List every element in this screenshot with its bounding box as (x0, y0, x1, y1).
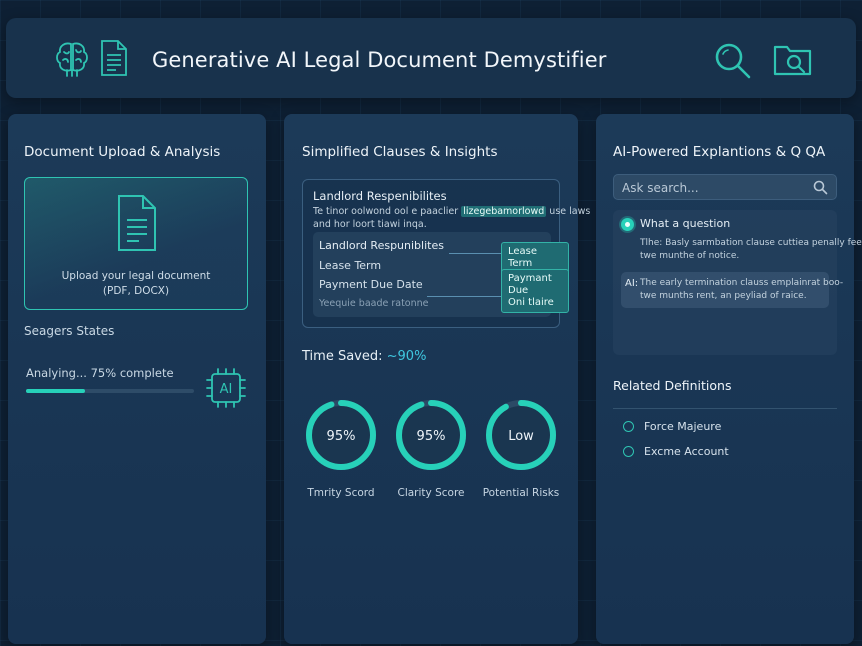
qa-panel: AI-Powered Explantions & Q QA What a que… (596, 114, 862, 644)
upload-dropzone[interactable]: Upload your legal document (PDF, DOCX) (24, 177, 248, 310)
clause-card: Landlord Respenibilites Te tinor oolwond… (302, 179, 590, 328)
connector-line (449, 253, 501, 254)
clause-item: Yeequie baade ratonne (319, 298, 429, 309)
ai-answer-line: twe munths rent, an peyliad of raice. (640, 291, 807, 301)
clause-text-pre: Te tinor oolwond ool e paaclier (313, 206, 459, 217)
ai-chip-icon: AI (206, 368, 246, 408)
definitions-title: Related Definitions (613, 378, 732, 393)
clause-item[interactable]: Landlord Respuniblites (319, 239, 444, 252)
upload-instruction: Upload your legal document (61, 270, 211, 282)
panel-title: Document Upload & Analysis (24, 144, 221, 160)
question-answer-line: twe munthe of notice. (640, 251, 740, 261)
clause-item[interactable]: Payment Due Date (319, 278, 423, 291)
progress-bar (26, 389, 194, 393)
clause-text-line: and hor loort tiawi inqa. (313, 219, 427, 230)
gauge-label: Potential Risks (482, 487, 560, 499)
search-input[interactable] (622, 178, 802, 198)
search-icon[interactable] (712, 40, 754, 82)
question-text: What a question (640, 217, 731, 230)
clause-text-post: use laws (549, 206, 591, 217)
clause-heading: Landlord Respenibilites (313, 189, 447, 203)
document-icon (118, 195, 156, 251)
upload-formats: (PDF, DOCX) (102, 285, 170, 297)
panel-title: AI-Powered Explantions & Q QA (613, 144, 826, 160)
gauge-value: 95% (327, 429, 356, 444)
folder-search-icon[interactable] (772, 40, 814, 80)
divider (613, 408, 837, 409)
app-header: Generative AI Legal Document Demystifier (6, 18, 856, 98)
gauge-risks: Low (486, 400, 556, 470)
time-saved: Time Saved: ~90% (302, 349, 426, 364)
gauge-label: Clarity Score (397, 487, 465, 499)
document-icon (101, 40, 127, 76)
ai-chip-label: AI (220, 382, 233, 397)
tag-payment-due[interactable]: Paymant Due Oni tlaire (501, 269, 569, 313)
gauge-value: Low (508, 429, 534, 444)
ai-answer-line: The early termination clauss emplainrat … (640, 278, 844, 288)
clause-text-line: Te tinor oolwond ool e paaclier lizegeba… (313, 206, 590, 217)
tag-payment-line1: Paymant Due (508, 273, 552, 296)
clause-item[interactable]: Lease Term (319, 259, 381, 272)
ai-answer-box: AI: The early termination clauss emplain… (621, 272, 843, 308)
radio-icon[interactable] (623, 446, 634, 457)
search-field[interactable] (613, 174, 837, 200)
progress-text: Analying... 75% complete (26, 366, 174, 380)
question-answer-line: Tlhe: Basly sarmbation clause cuttiea pe… (640, 238, 862, 248)
gauge-label: Tmrity Scord (307, 487, 375, 499)
gauge-value: 95% (417, 429, 446, 444)
states-label: Seagers States (24, 324, 115, 338)
upload-panel: Document Upload & Analysis Upload your l… (8, 114, 266, 644)
search-icon[interactable] (813, 180, 828, 195)
clause-highlight[interactable]: lizegebamorlowd (461, 206, 547, 217)
radio-icon[interactable] (623, 421, 634, 432)
ai-prefix: AI: (625, 278, 639, 289)
radio-dot (625, 222, 630, 227)
gauge-clarity: 95% (396, 400, 466, 470)
app-title: Generative AI Legal Document Demystifier (152, 48, 607, 72)
clauses-panel: Simplified Clauses & Insights Landlord R… (284, 114, 590, 644)
brain-icon (56, 42, 88, 77)
panel-title: Simplified Clauses & Insights (302, 144, 498, 160)
connector-line (427, 296, 501, 297)
progress-fill (26, 389, 85, 393)
time-saved-label: Time Saved: (302, 349, 383, 364)
qa-thread: What a question Tlhe: Basly sarmbation c… (613, 210, 862, 355)
tag-payment-line2: Oni tlaire (508, 297, 554, 308)
time-saved-value: ~90% (386, 349, 427, 364)
definition-item[interactable]: Excme Account (644, 445, 729, 458)
definition-item[interactable]: Force Majeure (644, 420, 721, 433)
gauge-integrity: 95% (306, 400, 376, 470)
